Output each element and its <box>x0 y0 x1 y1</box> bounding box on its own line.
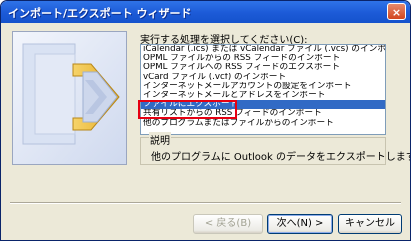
wizard-illustration <box>12 31 127 165</box>
list-item[interactable]: 他のプログラムまたはファイルからのインポート <box>141 119 385 128</box>
list-item[interactable]: インターネットメールとアドレスをインポート <box>141 91 385 100</box>
description-group: 説明 他のプログラムに Outlook のデータをエクスポートします。 <box>140 132 410 165</box>
close-button[interactable]: × <box>387 3 406 20</box>
list-item[interactable]: OPML ファイルからの RSS フィードのインポート <box>141 54 385 63</box>
window-title: インポート/エクスポート ウィザード <box>8 7 192 20</box>
description-text: 他のプログラムに Outlook のデータをエクスポートします。 <box>151 152 411 163</box>
description-legend: 説明 <box>149 132 171 147</box>
title-bar[interactable]: インポート/エクスポート ウィザード × <box>1 1 410 23</box>
cancel-button[interactable]: キャンセル <box>338 214 402 234</box>
back-button[interactable]: < 戻る(B) <box>193 214 263 234</box>
close-icon: × <box>391 6 402 19</box>
annotation-highlight-box <box>138 100 237 119</box>
wizard-arrow-art <box>13 32 126 164</box>
action-listbox[interactable]: iCalendar (.ics) または vCalendar ファイル (.vc… <box>140 44 386 135</box>
wizard-dialog: インポート/エクスポート ウィザード × 実行する処理を選択してください(C):… <box>0 0 411 241</box>
separator <box>10 202 401 204</box>
list-item[interactable]: iCalendar (.ics) または vCalendar ファイル (.vc… <box>141 45 385 54</box>
list-item[interactable]: vCard ファイル (.vcf) のインポート <box>141 73 385 82</box>
next-button[interactable]: 次へ(N) > <box>267 214 333 234</box>
list-item[interactable]: インターネットメールアカウントの設定をインポート <box>141 82 385 91</box>
list-item[interactable]: OPML ファイルへの RSS フィードのエクスポート <box>141 63 385 72</box>
